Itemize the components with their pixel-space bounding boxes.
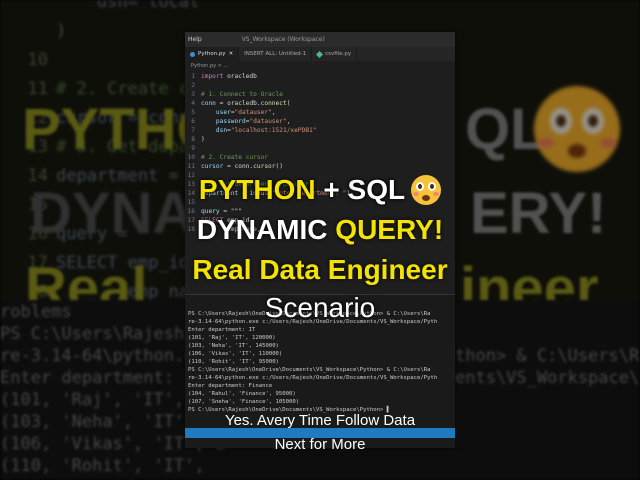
code-line[interactable]: 7 dsn = "localhost:1521/xePDB1" — [185, 126, 317, 135]
headline-sql: + SQL — [315, 174, 406, 205]
breadcrumb[interactable]: Python.py > ... — [185, 61, 455, 71]
code-line[interactable]: 8) — [185, 135, 205, 144]
line-number: 5 — [191, 109, 195, 116]
code-token: "datauser" — [234, 109, 272, 116]
line-number: 3 — [191, 91, 195, 98]
line-number: 4 — [191, 100, 195, 107]
code-line[interactable]: 5 user = "datauser", — [185, 108, 276, 117]
terminal-line: (104, 'Rahul', 'Finance', 95000) — [188, 391, 296, 397]
terminal-line: (110, 'Rohit', 'IT', 95000) — [188, 359, 279, 365]
code-token: ) — [201, 136, 205, 143]
code-token: = oracledb. — [219, 100, 261, 107]
line-number: 1 — [191, 73, 195, 80]
headline-line-2: DYNAMIC QUERY! — [0, 214, 640, 246]
code-line[interactable]: 11 cursor = conn. cursor() — [185, 162, 283, 171]
code-token: user — [201, 109, 231, 116]
title-bar: Help VS_Workspace (Workspace) — [185, 32, 455, 47]
line-number: 2 — [191, 82, 195, 89]
tab-label: Python.py — [198, 51, 226, 57]
code-token: cursor — [253, 163, 276, 170]
caption-line-1: Yes. Avery Time Follow Data — [224, 412, 416, 429]
code-line[interactable]: 9 — [185, 144, 201, 153]
terminal-line: (101, 'Raj', 'IT', 120000) — [188, 335, 276, 341]
terminal-line: (107, 'Sneha', 'Finance', 105000) — [188, 399, 300, 405]
code-token: conn — [201, 100, 220, 107]
code-token: "localhost:1521/xePDB1" — [230, 127, 317, 134]
terminal-line: (106, 'Vikas', 'IT', 110000) — [188, 351, 283, 357]
code-token: dsn — [201, 127, 228, 134]
csv-file-icon — [316, 50, 324, 58]
code-token: connect — [260, 100, 287, 107]
tab-label: csvfile.py — [325, 51, 352, 57]
code-token: "datauser" — [249, 118, 287, 125]
terminal-line: (103, 'Neha', 'IT', 145000) — [188, 343, 279, 349]
code-token: () — [275, 163, 283, 170]
flushed-face-emoji-icon — [411, 175, 442, 205]
headline-query: QUERY! — [335, 214, 444, 245]
tab-python-py[interactable]: Python.py ✕ — [185, 47, 240, 61]
python-file-icon — [190, 51, 195, 57]
headline-python: PYTHON — [198, 174, 316, 205]
code-token: , — [286, 118, 291, 125]
line-number: 6 — [191, 118, 195, 125]
tab-csvfile-py[interactable]: csvfile.py — [312, 47, 358, 61]
code-line[interactable]: 2 — [185, 81, 201, 90]
window-title: VS_Workspace (Workspace) — [241, 36, 325, 43]
code-token: password — [201, 118, 246, 125]
line-number: 11 — [187, 163, 195, 170]
headline-dynamic: DYNAMIC — [196, 214, 336, 245]
line-number: 10 — [187, 154, 195, 161]
tab-bar: Python.py ✕ INSERT ALL: Untitled-1 csvfi… — [185, 47, 455, 61]
headline-line-4: Scenario — [264, 292, 376, 323]
menu-help[interactable]: Help — [188, 36, 202, 43]
line-number: 9 — [191, 145, 195, 152]
code-token: oracledb — [227, 73, 257, 80]
code-token: , — [271, 109, 276, 116]
caption-line-2: Next for More — [274, 436, 366, 453]
code-token: import — [201, 73, 228, 80]
headline-line-3: Real Data Engineer — [192, 254, 448, 285]
code-line[interactable]: 1 import oracledb — [185, 72, 257, 81]
tab-label: INSERT ALL: Untitled-1 — [244, 51, 307, 57]
code-token: # 1. Connect to Oracle — [201, 91, 283, 98]
code-token: = conn. — [227, 163, 254, 170]
terminal-line: PS C:\Users\Rajesh\OneDrive\Documents\VS… — [188, 367, 431, 373]
close-icon[interactable]: ✕ — [229, 51, 234, 57]
line-number: 8 — [191, 136, 195, 143]
code-token: # 2. Create cursor — [201, 154, 269, 161]
tab-insert-all[interactable]: INSERT ALL: Untitled-1 — [239, 47, 313, 61]
terminal-line: Enter department: Finance — [188, 383, 273, 389]
headline-line-1: PYTHON + SQL — [0, 174, 640, 206]
code-token: ( — [286, 100, 291, 107]
terminal-line: Enter department: IT — [188, 327, 256, 333]
code-line[interactable]: 3 # 1. Connect to Oracle — [185, 90, 283, 99]
code-line[interactable]: 6 password = "datauser", — [185, 117, 290, 126]
code-line[interactable]: 10 # 2. Create cursor — [185, 153, 269, 162]
terminal-line: re-3.14-64\python.exe c:/Users/Rajesh/On… — [188, 375, 438, 381]
line-number: 7 — [191, 127, 195, 134]
code-line[interactable]: 4 conn = oracledb. connect( — [185, 99, 290, 108]
code-token: cursor — [201, 163, 228, 170]
